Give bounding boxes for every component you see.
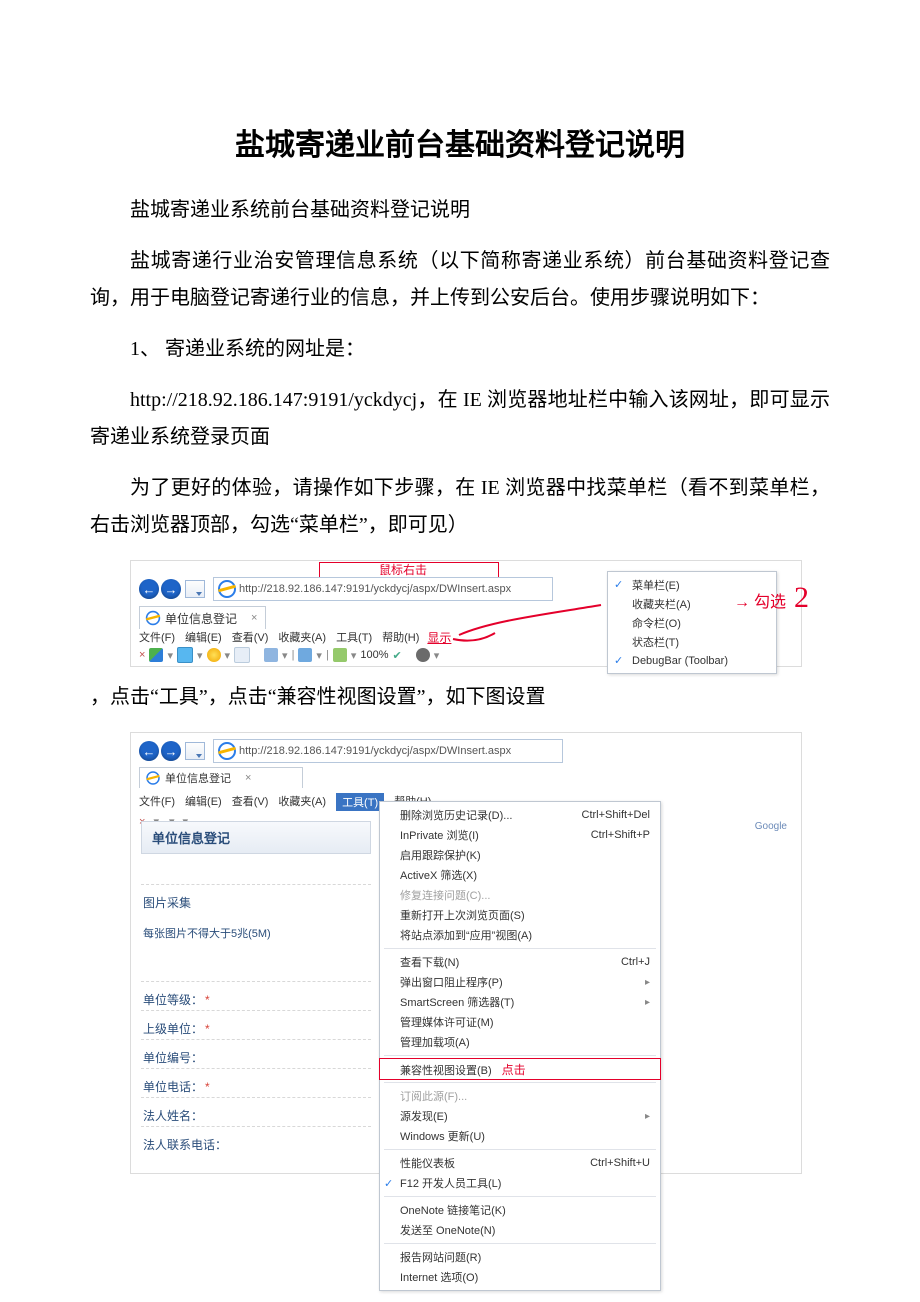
tab-addon-icon[interactable]: [185, 580, 205, 598]
menu-help[interactable]: 帮助(H): [382, 629, 419, 646]
tools-item[interactable]: 启用跟踪保护(K): [380, 845, 660, 865]
tools-item[interactable]: SmartScreen 筛选器(T)▸: [380, 992, 660, 1012]
menu-separator: [384, 1055, 656, 1056]
tools-item[interactable]: InPrivate 浏览(I)Ctrl+Shift+P: [380, 825, 660, 845]
tools-item[interactable]: 管理媒体许可证(M): [380, 1012, 660, 1032]
para-subtitle: 盐城寄递业系统前台基础资料登记说明: [90, 192, 830, 229]
browser-tab[interactable]: 单位信息登记 ×: [139, 767, 303, 788]
menu-file[interactable]: 文件(F): [139, 629, 175, 646]
menu-file[interactable]: 文件(F): [139, 793, 175, 811]
ie-toolbar: × ▾ ▾ ▾ ▾ | ▾ | ▾ 100% ✔: [139, 647, 439, 663]
tools-item[interactable]: 源发现(E)▸: [380, 1106, 660, 1126]
form-title: 单位信息登记: [141, 821, 371, 854]
page-form: 单位信息登记 图片采集 每张图片不得大于5兆(5M) 单位等级：*上级单位：*单…: [141, 821, 371, 1155]
address-bar[interactable]: http://218.92.186.147:9191/yckdycj/aspx/…: [213, 577, 553, 601]
browser-tab[interactable]: 单位信息登记 ×: [139, 606, 266, 629]
tools-item[interactable]: 性能仪表板Ctrl+Shift+U: [380, 1153, 660, 1173]
menu-separator: [384, 1149, 656, 1150]
tools-dropdown: 删除浏览历史记录(D)...Ctrl+Shift+DelInPrivate 浏览…: [379, 801, 661, 1291]
annot-rightclick: 鼠标右击: [379, 561, 427, 578]
address-bar[interactable]: http://218.92.186.147:9191/yckdycj/aspx/…: [213, 739, 563, 763]
tools-item[interactable]: 订阅此源(F)...: [380, 1086, 660, 1106]
menu-edit[interactable]: 编辑(E): [185, 793, 222, 811]
address-text: http://218.92.186.147:9191/yckdycj/aspx/…: [239, 745, 511, 757]
tab-label: 单位信息登记: [165, 770, 231, 786]
ie-icon: [146, 611, 160, 625]
menu-separator: [384, 1196, 656, 1197]
tools-item[interactable]: 兼容性视图设置(B)点击: [380, 1059, 660, 1079]
camera-icon[interactable]: [264, 648, 278, 662]
nav-forward-button[interactable]: →: [161, 579, 181, 599]
tab-close[interactable]: ×: [245, 772, 251, 784]
check-icon[interactable]: ✔: [392, 649, 401, 662]
annot-show: 显示: [427, 629, 451, 646]
tools-item[interactable]: 发送至 OneNote(N): [380, 1220, 660, 1240]
tools-item[interactable]: ActiveX 筛选(X): [380, 865, 660, 885]
menu-edit[interactable]: 编辑(E): [185, 629, 222, 646]
ie-icon: [146, 771, 160, 785]
form-field: 法人姓名：: [141, 1097, 371, 1126]
menu-view[interactable]: 查看(V): [232, 793, 269, 811]
tools-item[interactable]: ✓F12 开发人员工具(L): [380, 1173, 660, 1193]
menu-tools[interactable]: 工具(T): [336, 793, 384, 811]
annot-arrow-icon: [451, 603, 611, 653]
ctx-statusbar[interactable]: 状态栏(T): [608, 632, 776, 651]
screenshot-ie-menubar: 鼠标右击 ← → http://218.92.186.147:9191/yckd…: [130, 560, 802, 667]
form-field: 上级单位：*: [141, 1010, 371, 1039]
menu-view[interactable]: 查看(V): [232, 629, 269, 646]
screenshot-ie-tools-menu: ← → http://218.92.186.147:9191/yckdycj/a…: [130, 732, 802, 1174]
wand-icon[interactable]: [298, 648, 312, 662]
tools-item[interactable]: 删除浏览历史记录(D)...Ctrl+Shift+Del: [380, 805, 660, 825]
tools-item[interactable]: 报告网站问题(R): [380, 1247, 660, 1267]
tools-item[interactable]: 将站点添加到“应用”视图(A): [380, 925, 660, 945]
tab-addon-icon[interactable]: [185, 742, 205, 760]
para-intro: 盐城寄递行业治安管理信息系统（以下简称寄递业系统）前台基础资料登记查询，用于电脑…: [90, 243, 830, 317]
tools-item[interactable]: 管理加载项(A): [380, 1032, 660, 1052]
form-field: 单位等级：*: [141, 981, 371, 1010]
tools-item[interactable]: 修复连接问题(C)...: [380, 885, 660, 905]
doc-title: 盐城寄递业前台基础资料登记说明: [90, 120, 830, 164]
menu-tools[interactable]: 工具(T): [336, 629, 372, 646]
tools-item[interactable]: 重新打开上次浏览页面(S): [380, 905, 660, 925]
tools-item[interactable]: Internet 选项(O): [380, 1267, 660, 1287]
para-tip: 为了更好的体验，请操作如下步骤，在 IE 浏览器中找菜单栏（看不到菜单栏，右击浏…: [90, 470, 830, 544]
ie-icon: [218, 742, 236, 760]
sun-icon[interactable]: [207, 648, 221, 662]
menu-separator: [384, 948, 656, 949]
tools-item[interactable]: 弹出窗口阻止程序(P)▸: [380, 972, 660, 992]
tools-item[interactable]: OneNote 链接笔记(K): [380, 1200, 660, 1220]
annot-check: → 勾选 2: [734, 581, 809, 615]
para-compat: ，点击“工具”，点击“兼容性视图设置”，如下图设置: [90, 679, 830, 716]
tools-item[interactable]: 查看下载(N)Ctrl+J: [380, 952, 660, 972]
tab-label: 单位信息登记: [165, 610, 237, 627]
addon-icon[interactable]: [149, 648, 163, 662]
tab-close[interactable]: ×: [251, 612, 257, 624]
zoom-label: 100%: [360, 649, 388, 661]
menu-separator: [384, 1082, 656, 1083]
play-icon[interactable]: [177, 647, 193, 663]
menu-separator: [384, 1243, 656, 1244]
ctx-cmdbar[interactable]: 命令栏(O): [608, 613, 776, 632]
form-field: 单位编号：: [141, 1039, 371, 1068]
address-text: http://218.92.186.147:9191/yckdycj/aspx/…: [239, 583, 511, 595]
form-field: 单位电话：*: [141, 1068, 371, 1097]
tools-item[interactable]: Windows 更新(U): [380, 1126, 660, 1146]
leaf-icon[interactable]: [333, 648, 347, 662]
form-field: 法人联系电话：: [141, 1126, 371, 1155]
ctx-debugbar[interactable]: ✓DebugBar (Toolbar): [608, 651, 776, 670]
nav-back-button[interactable]: ←: [139, 579, 159, 599]
para-step1: 1、 寄递业系统的网址是：: [90, 331, 830, 368]
box-icon[interactable]: [234, 647, 250, 663]
ie-icon: [218, 580, 236, 598]
nav-forward-button[interactable]: →: [161, 741, 181, 761]
bug-icon[interactable]: [416, 648, 430, 662]
form-section-images: 图片采集 每张图片不得大于5兆(5M): [141, 884, 371, 981]
ie-menubar: 文件(F) 编辑(E) 查看(V) 收藏夹(A) 工具(T) 帮助(H) 显示: [139, 629, 451, 646]
nav-back-button[interactable]: ←: [139, 741, 159, 761]
menu-fav[interactable]: 收藏夹(A): [278, 629, 326, 646]
menu-fav[interactable]: 收藏夹(A): [278, 793, 326, 811]
para-url: http://218.92.186.147:9191/yckdycj，在 IE …: [90, 382, 830, 456]
right-toolbar-label: Google: [755, 821, 787, 832]
close-icon[interactable]: ×: [139, 649, 145, 661]
